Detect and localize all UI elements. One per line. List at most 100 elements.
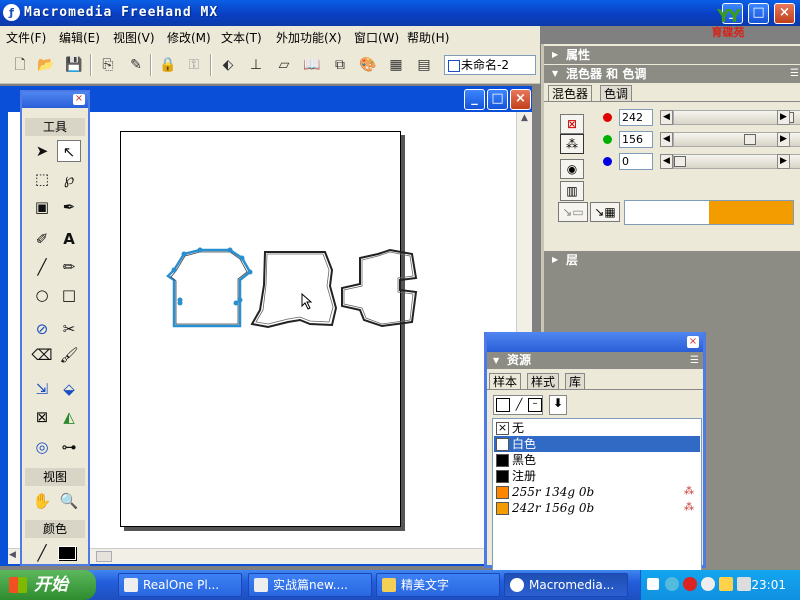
rectangle-tool[interactable]: □ [57, 284, 81, 306]
paint-bucket-tool[interactable]: ⬙ [57, 378, 81, 400]
table-icon[interactable]: ▦ [386, 55, 406, 75]
fill-color-swatch[interactable] [58, 546, 76, 560]
network-icon[interactable] [719, 577, 733, 591]
properties-panel-header[interactable]: ▶ 属性 [544, 46, 800, 64]
add-to-tints-icon[interactable]: ↘▦ [590, 202, 620, 222]
pattern-piece-shape[interactable] [250, 251, 338, 329]
hand-tool[interactable]: ✋ [30, 490, 54, 512]
stroke-swatch-icon[interactable]: ╱ [512, 398, 526, 412]
panel-options-icon[interactable]: ☰ [690, 352, 699, 369]
new-icon[interactable]: 🗋 [10, 55, 30, 75]
tab-mixer[interactable]: 混色器 [548, 85, 593, 102]
lock-icon[interactable]: 🔒 [158, 55, 178, 75]
cmyk-mode-icon[interactable]: ⊠ [560, 114, 584, 134]
qq-icon[interactable] [701, 577, 715, 591]
red-value-field[interactable]: 242 [619, 109, 653, 126]
knife-tool[interactable]: ✂ [57, 318, 81, 340]
connector-tool[interactable]: ⊶ [57, 436, 81, 458]
polygon-tool[interactable]: ⊘ [30, 318, 54, 340]
hls-mode-icon[interactable]: ◉ [560, 159, 584, 179]
ellipse-tool[interactable]: ○ [30, 284, 54, 306]
save-icon[interactable]: 💾 [64, 55, 84, 75]
scroll-thumb[interactable] [96, 551, 112, 562]
tray-arrow-icon[interactable] [665, 577, 679, 591]
unlock-icon[interactable]: ⚿ [184, 55, 204, 75]
close-button[interactable]: × [774, 3, 795, 24]
zoom-tool[interactable]: 🔍 [57, 490, 81, 512]
transform-icon[interactable]: ⧉ [330, 55, 350, 75]
system-color-icon[interactable]: ▥ [560, 181, 584, 201]
close-icon[interactable]: × [73, 94, 85, 105]
both-swatch-icon[interactable]: – [528, 398, 542, 412]
blue-slider-thumb[interactable] [674, 156, 686, 167]
chart-tool[interactable]: ◎ [30, 436, 54, 458]
panel-options-icon[interactable]: ☰ [790, 65, 799, 83]
task-document[interactable]: 实战篇new.... [248, 573, 372, 597]
green-increase-arrow-icon[interactable]: ▶ [777, 132, 790, 147]
tab-swatches[interactable]: 样本 [489, 373, 522, 390]
import-icon[interactable]: ⎘ [98, 55, 118, 75]
mixer-panel-header[interactable]: ▼ 混色器 和 色调 ☰ [544, 65, 800, 83]
doc-minimize-button[interactable]: _ [464, 89, 485, 110]
keyboard-icon[interactable] [647, 578, 659, 590]
layers-panel-header[interactable]: ▶ 层 [544, 251, 800, 269]
document-selector[interactable]: 未命名-2 [444, 55, 536, 75]
green-slider-thumb[interactable] [744, 134, 756, 145]
align-icon[interactable]: ▱ [274, 55, 294, 75]
eraser-tool[interactable]: ⌫ [30, 344, 54, 366]
blue-decrease-arrow-icon[interactable]: ◀ [660, 154, 673, 169]
volume-icon[interactable] [737, 577, 751, 591]
freeform-tool[interactable]: ℘ [57, 168, 81, 190]
fill-swatch-icon[interactable] [496, 398, 510, 412]
layers-icon[interactable]: ▤ [414, 55, 434, 75]
menu-window[interactable]: 窗口(W) [354, 29, 399, 46]
title-bar[interactable]: ƒ Macromedia FreeHand MX _ □ × [0, 0, 800, 26]
tab-tints[interactable]: 色调 [600, 85, 633, 102]
blue-value-field[interactable]: 0 [619, 153, 653, 170]
menu-view[interactable]: 视图(V) [113, 29, 155, 46]
close-icon[interactable]: × [687, 336, 699, 348]
red-decrease-arrow-icon[interactable]: ◀ [660, 110, 673, 125]
swatch-item[interactable]: 255r 134g 0b ⁂ [494, 484, 700, 500]
doc-close-button[interactable]: × [510, 89, 531, 110]
menu-help[interactable]: 帮助(H) [407, 29, 449, 46]
menu-edit[interactable]: 编辑(E) [59, 29, 100, 46]
swatch-item[interactable]: 黑色 [494, 452, 700, 468]
group-icon[interactable]: ⬖ [218, 55, 238, 75]
scroll-up-icon[interactable]: ▲ [518, 113, 531, 127]
tab-library[interactable]: 库 [565, 373, 586, 390]
pen-tool[interactable]: ✐ [30, 228, 54, 250]
blue-increase-arrow-icon[interactable]: ▶ [777, 154, 790, 169]
green-decrease-arrow-icon[interactable]: ◀ [660, 132, 673, 147]
arrow-down-icon[interactable]: ⬇ [549, 395, 567, 415]
realone-tray-icon[interactable] [683, 577, 697, 591]
rgb-mode-icon[interactable]: ⁂ [560, 134, 584, 154]
line-tool[interactable]: ╱ [30, 256, 54, 278]
brush-tool[interactable]: 🖌 [57, 344, 81, 366]
swatch-item[interactable]: 注册 [494, 468, 700, 484]
color-mixer-icon[interactable]: 🎨 [358, 55, 378, 75]
add-to-swatches-icon[interactable]: ↘▭ [558, 202, 588, 222]
assets-panel-header[interactable]: ▼ 资源 ☰ [487, 352, 703, 369]
tools-panel-titlebar[interactable]: × [22, 92, 88, 108]
find-icon[interactable]: 📖 [302, 55, 322, 75]
stroke-color-icon[interactable]: ╱ [30, 542, 54, 564]
task-freehand[interactable]: Macromedia... [504, 573, 628, 597]
color-preview-well[interactable] [624, 200, 794, 225]
menu-file[interactable]: 文件(F) [6, 29, 46, 46]
swatch-item[interactable]: 242r 156g 0b ⁂ [494, 500, 700, 516]
pointer-tool[interactable]: ➤ [30, 140, 54, 162]
pencil-tool[interactable]: ✏ [57, 256, 81, 278]
subselect-tool[interactable]: ↖ [57, 140, 81, 162]
task-folder[interactable]: 精美文字 [376, 573, 500, 597]
menu-text[interactable]: 文本(T) [221, 29, 262, 46]
page-tool[interactable]: ▣ [30, 196, 54, 218]
green-value-field[interactable]: 156 [619, 131, 653, 148]
task-realone[interactable]: RealOne Pl... [118, 573, 242, 597]
lasso-tool[interactable]: ⬚ [30, 168, 54, 190]
menu-xtras[interactable]: 外加功能(X) [276, 29, 342, 46]
assets-panel-titlebar[interactable]: × [487, 332, 703, 352]
gradient-tool[interactable]: ◭ [57, 406, 81, 428]
start-button[interactable]: 开始 [0, 570, 96, 600]
scale-tool[interactable]: ⇲ [30, 378, 54, 400]
